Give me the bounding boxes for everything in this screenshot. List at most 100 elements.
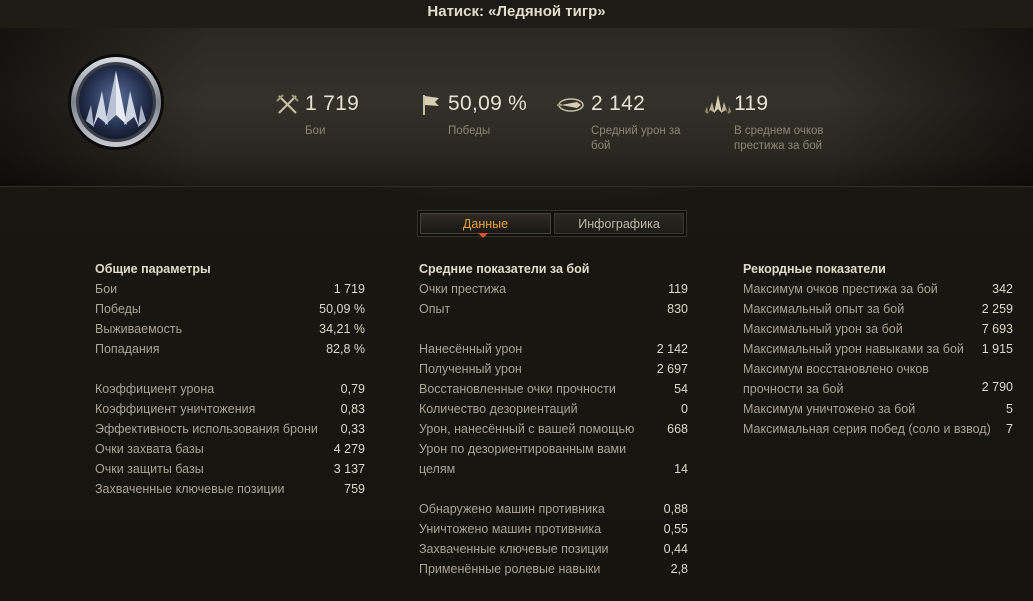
flag-icon (423, 95, 439, 115)
stat-row: Максимум уничтожено за бой 5 (743, 399, 1013, 419)
stat-value: 2 697 (656, 362, 688, 376)
stat-row: Коэффициент уничтожения 0,83 (95, 399, 365, 419)
stat-value: 0,88 (663, 502, 688, 516)
summary-value: 119 (734, 92, 769, 115)
stat-row: Захваченные ключевые позиции 759 (95, 479, 365, 499)
stat-value: 2,8 (670, 562, 688, 576)
stat-value: 7 693 (981, 322, 1013, 336)
page-title: Натиск: «Ледяной тигр» (427, 3, 606, 20)
section-title: Общие параметры (95, 262, 211, 276)
stat-row: Восстановленные очки прочности 54 (419, 379, 688, 399)
stat-row: Опыт 830 (419, 299, 688, 319)
stat-label: Очки защиты базы (95, 462, 204, 476)
stat-row: Нанесённый урон 2 142 (419, 339, 688, 359)
stat-row: Максимальный урон навыками за бой 1 915 (743, 339, 1013, 359)
stat-row: Максимальная серия побед (соло и взвод) 7 (743, 419, 1013, 439)
tab-infographics[interactable]: Инфографика (554, 213, 684, 234)
stat-row: Очки захвата базы 4 279 (95, 439, 365, 459)
stat-label: Нанесённый урон (419, 342, 523, 356)
summary-label: Победы (448, 125, 491, 137)
stat-value: 1 915 (981, 342, 1013, 356)
stat-label: Количество дезориентаций (419, 402, 578, 416)
stat-value: 0,83 (340, 402, 365, 416)
stat-value: 2 259 (981, 302, 1013, 316)
stat-row: Урон по дезориентированным вами целям 14 (419, 439, 688, 479)
stat-row: Максимум очков престижа за бой 342 (743, 279, 1013, 299)
stat-label: Победы (95, 302, 141, 316)
stat-value: 668 (667, 422, 688, 436)
active-tab-indicator (478, 233, 488, 238)
section-title: Рекордные показатели (743, 262, 886, 276)
stat-row: Максимальный урон за бой 7 693 (743, 319, 1013, 339)
stat-label: Максимальная серия побед (соло и взвод) (743, 422, 991, 436)
stat-row: Применённые ролевые навыки 2,8 (419, 559, 688, 579)
stat-value: 1 719 (333, 282, 365, 296)
stat-value: 0,33 (340, 422, 365, 436)
stat-row: Уничтожено машин противника 0,55 (419, 519, 688, 539)
stat-row: Выживаемость 34,21 % (95, 319, 365, 339)
stat-row: Максимум восстановлено очков прочности з… (743, 359, 1013, 399)
general-stats-column: Общие параметры Бои 1 719 Победы 50,09 % В… (95, 259, 365, 499)
stat-row: Победы 50,09 % (95, 299, 365, 319)
stat-label: Полученный урон (419, 362, 522, 376)
stat-label: Эффективность использования брони (95, 422, 318, 436)
stat-label: Очки захвата базы (95, 442, 204, 456)
stat-value: 342 (992, 282, 1013, 296)
stat-value: 759 (344, 482, 365, 496)
stat-value: 119 (668, 282, 688, 296)
stat-label: Максимальный урон за бой (743, 322, 903, 336)
stat-row: Полученный урон 2 697 (419, 359, 688, 379)
stat-value: 2 790 (981, 380, 1013, 394)
stat-label: Бои (95, 282, 118, 296)
stat-value: 0 (681, 402, 688, 416)
summary-label: Бои (305, 125, 326, 137)
stat-value: 54 (674, 382, 688, 396)
view-tabs: Данные Инфографика (417, 210, 687, 237)
stat-value: 14 (674, 462, 688, 476)
stat-value: 82,8 % (326, 342, 365, 356)
summary-value: 1 719 (305, 92, 360, 115)
summary-label: В среднем очков престижа за бой (734, 125, 824, 152)
section-title: Средние показатели за бой (419, 262, 590, 276)
stat-label: Максимальный урон навыками за бой (743, 342, 964, 356)
stat-row: Очки престижа 119 (419, 279, 688, 299)
stat-value: 4 279 (333, 442, 365, 456)
stat-row: Максимальный опыт за бой 2 259 (743, 299, 1013, 319)
prestige-icon (705, 95, 731, 114)
mode-emblem-icon (67, 53, 165, 151)
stat-row: Захваченные ключевые позиции 0,44 (419, 539, 688, 559)
stat-label: Захваченные ключевые позиции (419, 542, 609, 556)
stat-value: 34,21 % (319, 322, 365, 336)
average-stats-column: Средние показатели за бой Очки престижа 1… (419, 259, 688, 579)
stat-row: Урон, нанесённый с вашей помощью 668 (419, 419, 688, 439)
stat-label: Применённые ролевые навыки (419, 562, 601, 576)
summary-value: 50,09 % (448, 92, 528, 115)
stat-row: Эффективность использования брони 0,33 (95, 419, 365, 439)
stat-label: Максимальный опыт за бой (743, 302, 905, 316)
stat-label: Опыт (419, 302, 451, 316)
stat-label: Максимум очков престижа за бой (743, 282, 938, 296)
stat-value: 5 (1006, 402, 1013, 416)
stat-label: Обнаружено машин противника (419, 502, 605, 516)
stat-label: Максимум уничтожено за бой (743, 402, 916, 416)
stat-value: 0,55 (663, 522, 688, 536)
stat-value: 830 (667, 302, 688, 316)
stat-label: Урон по дезориентированным вами целям (419, 442, 627, 476)
stat-value: 3 137 (333, 462, 365, 476)
stat-label: Коэффициент уничтожения (95, 402, 256, 416)
stat-label: Очки престижа (419, 282, 507, 296)
tab-data[interactable]: Данные (420, 213, 551, 234)
stat-label: Попадания (95, 342, 160, 356)
stat-row: Бои 1 719 (95, 279, 365, 299)
stat-label: Восстановленные очки прочности (419, 382, 616, 396)
summary-label: Средний урон за бой (591, 125, 681, 152)
stat-row: Количество дезориентаций 0 (419, 399, 688, 419)
stat-row: Попадания 82,8 % (95, 339, 365, 359)
stat-row: Очки защиты базы 3 137 (95, 459, 365, 479)
stat-value: 0,79 (340, 382, 365, 396)
stat-label: Захваченные ключевые позиции (95, 482, 285, 496)
stat-value: 0,44 (663, 542, 688, 556)
stat-label: Уничтожено машин противника (419, 522, 602, 536)
